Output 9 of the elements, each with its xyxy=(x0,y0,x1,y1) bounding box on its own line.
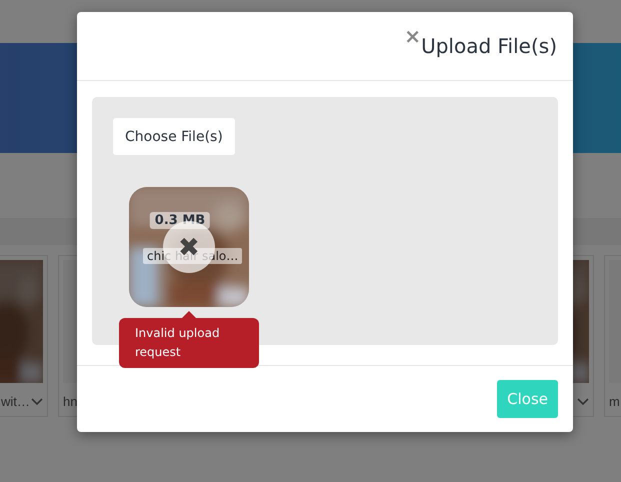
chevron-icon[interactable] xyxy=(577,398,589,406)
chevron-icon[interactable] xyxy=(31,398,43,406)
error-tooltip: Invalid upload request xyxy=(119,311,259,368)
choose-files-button[interactable]: Choose File(s) xyxy=(113,118,235,155)
close-icon[interactable]: × xyxy=(404,26,422,46)
card-caption: m xyxy=(609,394,620,409)
card-caption: wit… xyxy=(1,394,30,409)
dialog-title: Upload File(s) xyxy=(421,34,557,58)
card-caption: hn xyxy=(63,394,78,409)
